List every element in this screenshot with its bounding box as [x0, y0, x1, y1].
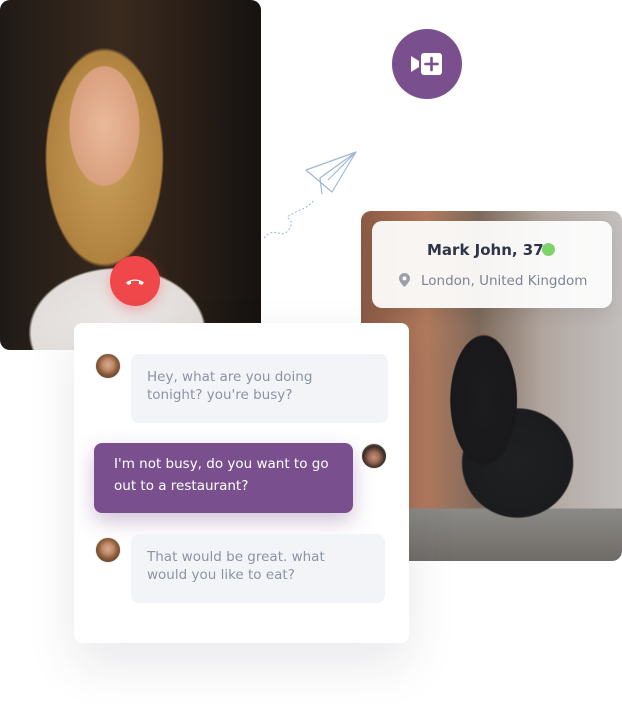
- profile-location: London, United Kingdom: [421, 273, 588, 289]
- add-video-button[interactable]: [392, 29, 462, 99]
- chat-message-outgoing: I'm not busy, do you want to go out to a…: [94, 443, 353, 513]
- end-call-button[interactable]: [110, 256, 160, 306]
- chat-message-incoming: Hey, what are you doing tonight? you're …: [131, 354, 388, 423]
- avatar-woman: [95, 353, 121, 379]
- video-add-icon: [411, 53, 442, 75]
- online-status-dot: [542, 243, 555, 256]
- profile-name: Mark John, 37: [427, 241, 544, 259]
- avatar-man: [361, 443, 387, 469]
- profile-card[interactable]: Mark John, 37 London, United Kingdom: [372, 221, 612, 308]
- paper-plane-icon: [263, 151, 357, 239]
- phone-hangup-icon: [126, 279, 144, 285]
- location-pin-icon: [399, 273, 410, 287]
- chat-message-incoming: That would be great. what would you like…: [131, 534, 385, 603]
- chat-card: Hey, what are you doing tonight? you're …: [74, 323, 409, 643]
- avatar-woman: [95, 537, 121, 563]
